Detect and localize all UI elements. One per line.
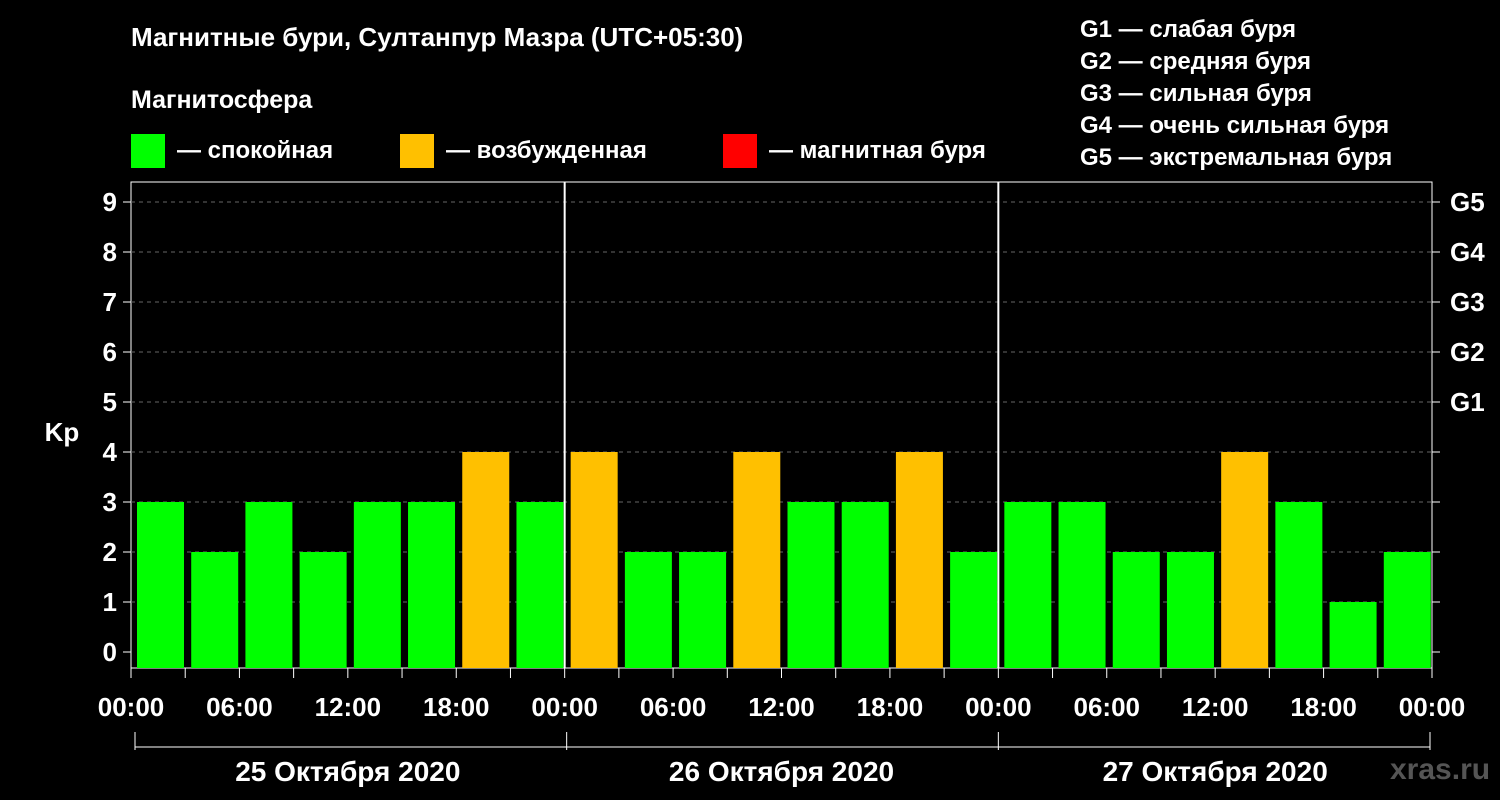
bar-21: [1275, 502, 1323, 668]
y-tick-label: 2: [103, 537, 117, 567]
bar-0: [137, 502, 184, 668]
x-tick-label: 00:00: [965, 692, 1032, 722]
x-tick-label: 06:00: [1074, 692, 1141, 722]
x-tick-label: 00:00: [1399, 692, 1466, 722]
g-axis-label: G2: [1450, 337, 1485, 367]
g-axis-label: G4: [1450, 237, 1485, 267]
x-tick-label: 06:00: [206, 692, 273, 722]
bar-10: [679, 552, 727, 668]
y-tick-label: 5: [103, 387, 117, 417]
y-tick-label: 3: [103, 487, 117, 517]
y-tick-label: 6: [103, 337, 117, 367]
x-tick-label: 12:00: [315, 692, 382, 722]
day-label: 27 Октября 2020: [1103, 756, 1328, 787]
day-label: 25 Октября 2020: [235, 756, 460, 787]
watermark: xras.ru: [1390, 753, 1491, 786]
bar-23: [1383, 552, 1431, 668]
bar-5: [408, 502, 456, 668]
bar-13: [841, 502, 889, 668]
bar-18: [1112, 552, 1160, 668]
bar-12: [787, 502, 835, 668]
bar-15: [950, 552, 998, 668]
y-tick-label: 4: [103, 437, 118, 467]
x-tick-label: 12:00: [1182, 692, 1249, 722]
x-tick-label: 00:00: [531, 692, 598, 722]
g-axis-label: G5: [1450, 187, 1485, 217]
y-tick-label: 7: [103, 287, 117, 317]
bar-3: [299, 552, 347, 668]
bar-1: [191, 552, 239, 668]
kp-chart: 0 1 2 3 4 5 6 7 8 9 G1 G2 G3 G4 G5 Kp 00:00 06:00 12:00 18:…: [45, 181, 1485, 787]
bar-11: [733, 452, 781, 668]
bar-22: [1329, 602, 1377, 668]
y-tick-label: 8: [103, 237, 117, 267]
bar-9: [624, 552, 672, 668]
x-tick-label: 18:00: [1290, 692, 1357, 722]
x-tick-label: 00:00: [98, 692, 165, 722]
x-tick-label: 18:00: [423, 692, 490, 722]
bar-7: [516, 502, 564, 668]
bar-14: [895, 452, 943, 668]
bar-16: [1004, 502, 1052, 668]
y-tick-label: 9: [103, 187, 117, 217]
bar-2: [245, 502, 293, 668]
x-tick-label: 18:00: [857, 692, 924, 722]
bar-6: [462, 452, 510, 668]
y-axis-label: Kp: [45, 417, 80, 447]
x-tick-label: 06:00: [640, 692, 707, 722]
day-label: 26 Октября 2020: [669, 756, 894, 787]
g-axis-label: G3: [1450, 287, 1485, 317]
bar-20: [1221, 452, 1269, 668]
y-tick-label: 1: [103, 587, 117, 617]
g-axis-label: G1: [1450, 387, 1485, 417]
x-tick-label: 12:00: [748, 692, 815, 722]
bar-4: [353, 502, 401, 668]
bar-19: [1166, 552, 1214, 668]
bar-17: [1058, 502, 1106, 668]
bar-8: [570, 452, 618, 668]
y-tick-label: 0: [103, 637, 117, 667]
